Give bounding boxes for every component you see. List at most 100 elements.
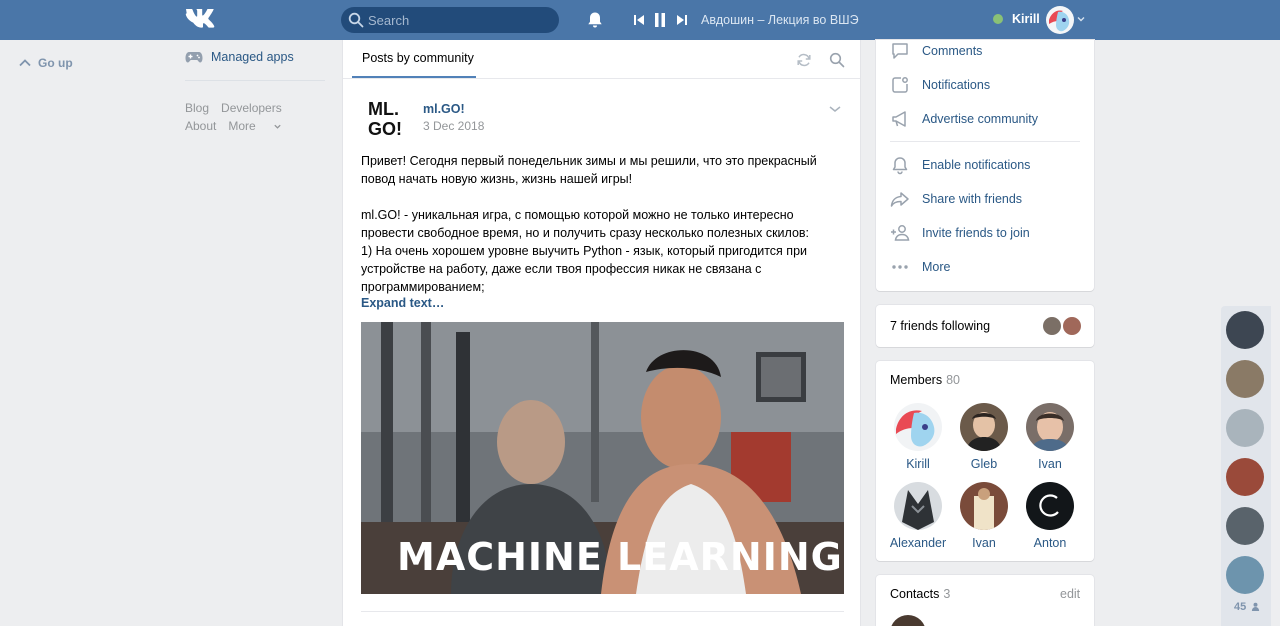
post-options-chevron-icon[interactable] xyxy=(828,104,842,114)
post-text: Привет! Сегодня первый понедельник зимы … xyxy=(361,152,845,296)
footer-links: Blog Developers About More xyxy=(185,99,294,135)
friends-online-count[interactable]: 45 xyxy=(1234,601,1260,613)
members-card: Members 80 Kirill Gleb Ivan Alexander Iva… xyxy=(876,361,1094,561)
search-icon[interactable] xyxy=(829,52,845,68)
friend-online-avatar[interactable] xyxy=(1226,360,1264,398)
member-item[interactable]: Ivan xyxy=(951,482,1017,550)
friend-avatar xyxy=(1041,315,1063,337)
post-image[interactable]: MACHINE LEARNING xyxy=(361,322,844,594)
post-date[interactable]: 3 Dec 2018 xyxy=(423,119,484,133)
community-actions-menu: Comments Notifications Advertise communi… xyxy=(876,40,1094,291)
menu-item-label: Advertise community xyxy=(922,112,1039,126)
members-title[interactable]: Members 80 xyxy=(890,373,960,387)
pause-icon[interactable] xyxy=(654,12,666,28)
member-avatar xyxy=(894,403,942,451)
more-link[interactable]: More xyxy=(228,119,282,133)
chevron-up-icon xyxy=(19,59,31,67)
post-author[interactable]: ml.GO! xyxy=(423,102,465,116)
about-link[interactable]: About xyxy=(185,119,216,133)
member-avatar xyxy=(1026,403,1074,451)
member-name: Ivan xyxy=(1038,457,1062,471)
post-paragraph: ml.GO! - уникальная игра, с помощью кото… xyxy=(361,208,810,240)
image-caption: MACHINE LEARNING xyxy=(397,535,843,579)
menu-item-label: Invite friends to join xyxy=(922,226,1030,240)
friend-online-avatar[interactable] xyxy=(1226,556,1264,594)
megaphone-icon xyxy=(892,111,906,127)
friend-online-avatar[interactable] xyxy=(1226,409,1264,447)
friend-online-avatar[interactable] xyxy=(1226,311,1264,349)
menu-item-label: Share with friends xyxy=(922,192,1023,206)
gamepad-icon xyxy=(185,52,203,63)
member-name: Ivan xyxy=(972,536,996,550)
search-box[interactable] xyxy=(341,7,559,33)
member-name: Kirill xyxy=(906,457,930,471)
refresh-icon[interactable] xyxy=(796,52,812,68)
contact-avatar[interactable] xyxy=(890,615,926,626)
more-dots-icon xyxy=(892,265,908,269)
friends-following-card[interactable]: 7 friends following xyxy=(876,305,1094,347)
user-icon xyxy=(1252,602,1260,611)
edit-contacts-link[interactable]: edit xyxy=(1060,587,1080,601)
menu-divider xyxy=(890,141,1080,142)
user-avatar[interactable] xyxy=(1046,6,1074,34)
online-status-dot xyxy=(993,14,1003,24)
active-tab-indicator xyxy=(352,76,476,78)
friends-online-count-label: 45 xyxy=(1234,601,1247,613)
menu-item-label: Notifications xyxy=(922,78,991,92)
post-blank-line xyxy=(361,188,845,206)
chevron-down-icon[interactable] xyxy=(1076,14,1086,24)
member-item[interactable]: Gleb xyxy=(951,403,1017,471)
vk-logo[interactable] xyxy=(185,9,217,29)
member-avatar xyxy=(894,482,942,530)
member-avatar xyxy=(960,482,1008,530)
member-avatar xyxy=(960,403,1008,451)
developers-link[interactable]: Developers xyxy=(221,101,282,115)
contacts-card: Contacts 3 edit xyxy=(876,575,1094,626)
member-name: Anton xyxy=(1033,536,1067,550)
member-item[interactable]: Anton xyxy=(1017,482,1083,550)
now-playing-track[interactable]: Авдошин – Лекция во ВШЭ xyxy=(701,13,859,27)
previous-track-icon[interactable] xyxy=(633,12,645,28)
member-item[interactable]: Alexander xyxy=(885,482,951,550)
friends-online-strip: 45 xyxy=(1221,306,1271,626)
go-up-label: Go up xyxy=(38,56,73,70)
main-feed: Posts by community ML. GO! ml.GO! 3 Dec … xyxy=(342,40,861,626)
contacts-title-label: Contacts xyxy=(890,587,940,601)
contacts-count: 3 xyxy=(943,587,951,601)
friend-avatar xyxy=(1061,315,1083,337)
comment-icon xyxy=(892,43,908,59)
notification-settings-icon xyxy=(892,77,908,93)
expand-text-link[interactable]: Expand text… xyxy=(361,296,444,310)
member-item[interactable]: Kirill xyxy=(885,403,951,471)
search-input[interactable] xyxy=(368,11,548,29)
add-user-icon xyxy=(891,225,910,241)
next-track-icon[interactable] xyxy=(676,12,688,28)
post-paragraph: 1) На очень хорошем уровне выучить Pytho… xyxy=(361,244,808,294)
more-link-label: More xyxy=(228,119,256,133)
members-title-label: Members xyxy=(890,373,943,387)
member-item[interactable]: Ivan xyxy=(1017,403,1083,471)
go-up-button[interactable]: Go up xyxy=(18,56,73,70)
notifications-bell-icon[interactable] xyxy=(586,11,604,29)
share-arrow-icon xyxy=(890,192,909,207)
user-name[interactable]: Kirill xyxy=(1012,12,1040,26)
blog-link[interactable]: Blog xyxy=(185,101,209,115)
logo-text-bottom: GO! xyxy=(368,119,402,139)
members-count: 80 xyxy=(946,373,960,387)
menu-item-label: Comments xyxy=(922,44,983,58)
top-header: Авдошин – Лекция во ВШЭ Kirill xyxy=(0,0,1280,40)
contacts-title[interactable]: Contacts 3 xyxy=(890,587,950,601)
nav-divider xyxy=(185,80,325,81)
tab-posts-by-community[interactable]: Posts by community xyxy=(362,51,474,65)
bell-icon xyxy=(892,157,908,175)
menu-item-label: More xyxy=(922,260,951,274)
member-name: Alexander xyxy=(889,536,947,550)
member-name: Gleb xyxy=(970,457,998,471)
friend-online-avatar[interactable] xyxy=(1226,507,1264,545)
community-logo[interactable]: ML. GO! xyxy=(363,95,411,143)
friends-following-label: 7 friends following xyxy=(890,319,991,333)
search-icon xyxy=(348,12,364,28)
managed-apps-link[interactable]: Managed apps xyxy=(185,50,294,64)
menu-item-label: Enable notifications xyxy=(922,158,1031,172)
friend-online-avatar[interactable] xyxy=(1226,458,1264,496)
